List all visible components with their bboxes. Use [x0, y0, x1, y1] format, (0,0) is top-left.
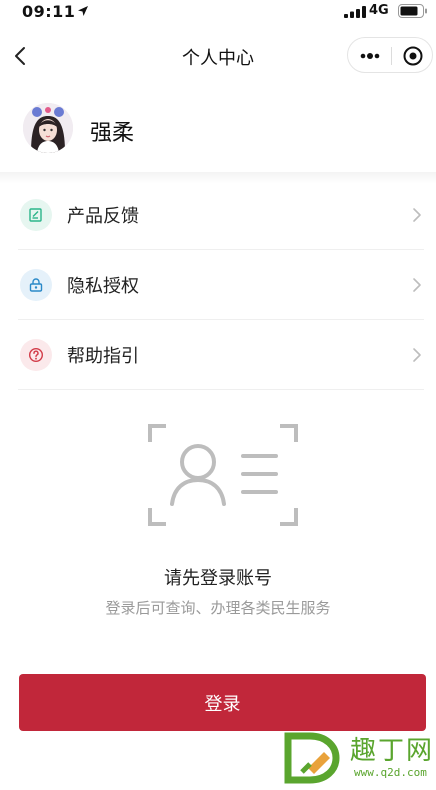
more-dots-icon — [360, 53, 380, 59]
privacy-icon-badge — [20, 269, 52, 301]
feedback-icon-badge — [20, 199, 52, 231]
watermark-url: www.q2d.com — [354, 766, 427, 779]
profile-header[interactable]: 强柔 — [0, 96, 436, 176]
avatar[interactable] — [23, 103, 73, 153]
user-name: 强柔 — [90, 121, 135, 146]
menu-list: 产品反馈 隐私授权 帮助指引 — [0, 180, 436, 390]
mini-program-capsule — [347, 37, 433, 73]
menu-label-feedback: 产品反馈 — [67, 206, 139, 227]
empty-state-title: 请先登录账号 — [164, 568, 272, 589]
help-icon-badge — [20, 339, 52, 371]
more-button[interactable] — [352, 40, 388, 72]
status-time: 09:11 — [22, 2, 76, 21]
edit-icon — [29, 208, 42, 222]
signal-icon — [344, 6, 366, 18]
chevron-left-icon — [15, 47, 25, 65]
menu-item-feedback[interactable]: 产品反馈 — [0, 180, 436, 250]
back-button[interactable] — [8, 40, 36, 72]
menu-label-help: 帮助指引 — [67, 346, 139, 367]
network-type: 4G — [369, 3, 389, 18]
capsule-divider — [391, 47, 392, 65]
help-icon — [28, 347, 44, 363]
chevron-right-icon — [413, 348, 421, 362]
menu-label-privacy: 隐私授权 — [67, 276, 139, 297]
chevron-right-icon — [413, 278, 421, 292]
id-card-placeholder-icon — [148, 424, 298, 526]
menu-item-help[interactable]: 帮助指引 — [0, 320, 436, 390]
nav-bar: 个人中心 — [0, 30, 436, 82]
watermark-logo-icon — [284, 732, 340, 784]
close-mini-program-button[interactable] — [396, 40, 430, 72]
watermark-text: 趣丁网 — [350, 736, 435, 766]
target-close-icon — [403, 46, 423, 66]
status-bar: 09:11 4G — [0, 0, 436, 24]
login-button[interactable]: 登录 — [19, 674, 426, 731]
user-avatar-icon — [23, 103, 73, 153]
chevron-right-icon — [413, 208, 421, 222]
battery-icon — [398, 4, 427, 18]
location-arrow-icon — [78, 6, 88, 16]
empty-state-description: 登录后可查询、办理各类民生服务 — [105, 599, 331, 617]
watermark: 趣丁网 www.q2d.com — [284, 728, 434, 788]
menu-item-privacy[interactable]: 隐私授权 — [0, 250, 436, 320]
lock-icon — [29, 278, 43, 292]
